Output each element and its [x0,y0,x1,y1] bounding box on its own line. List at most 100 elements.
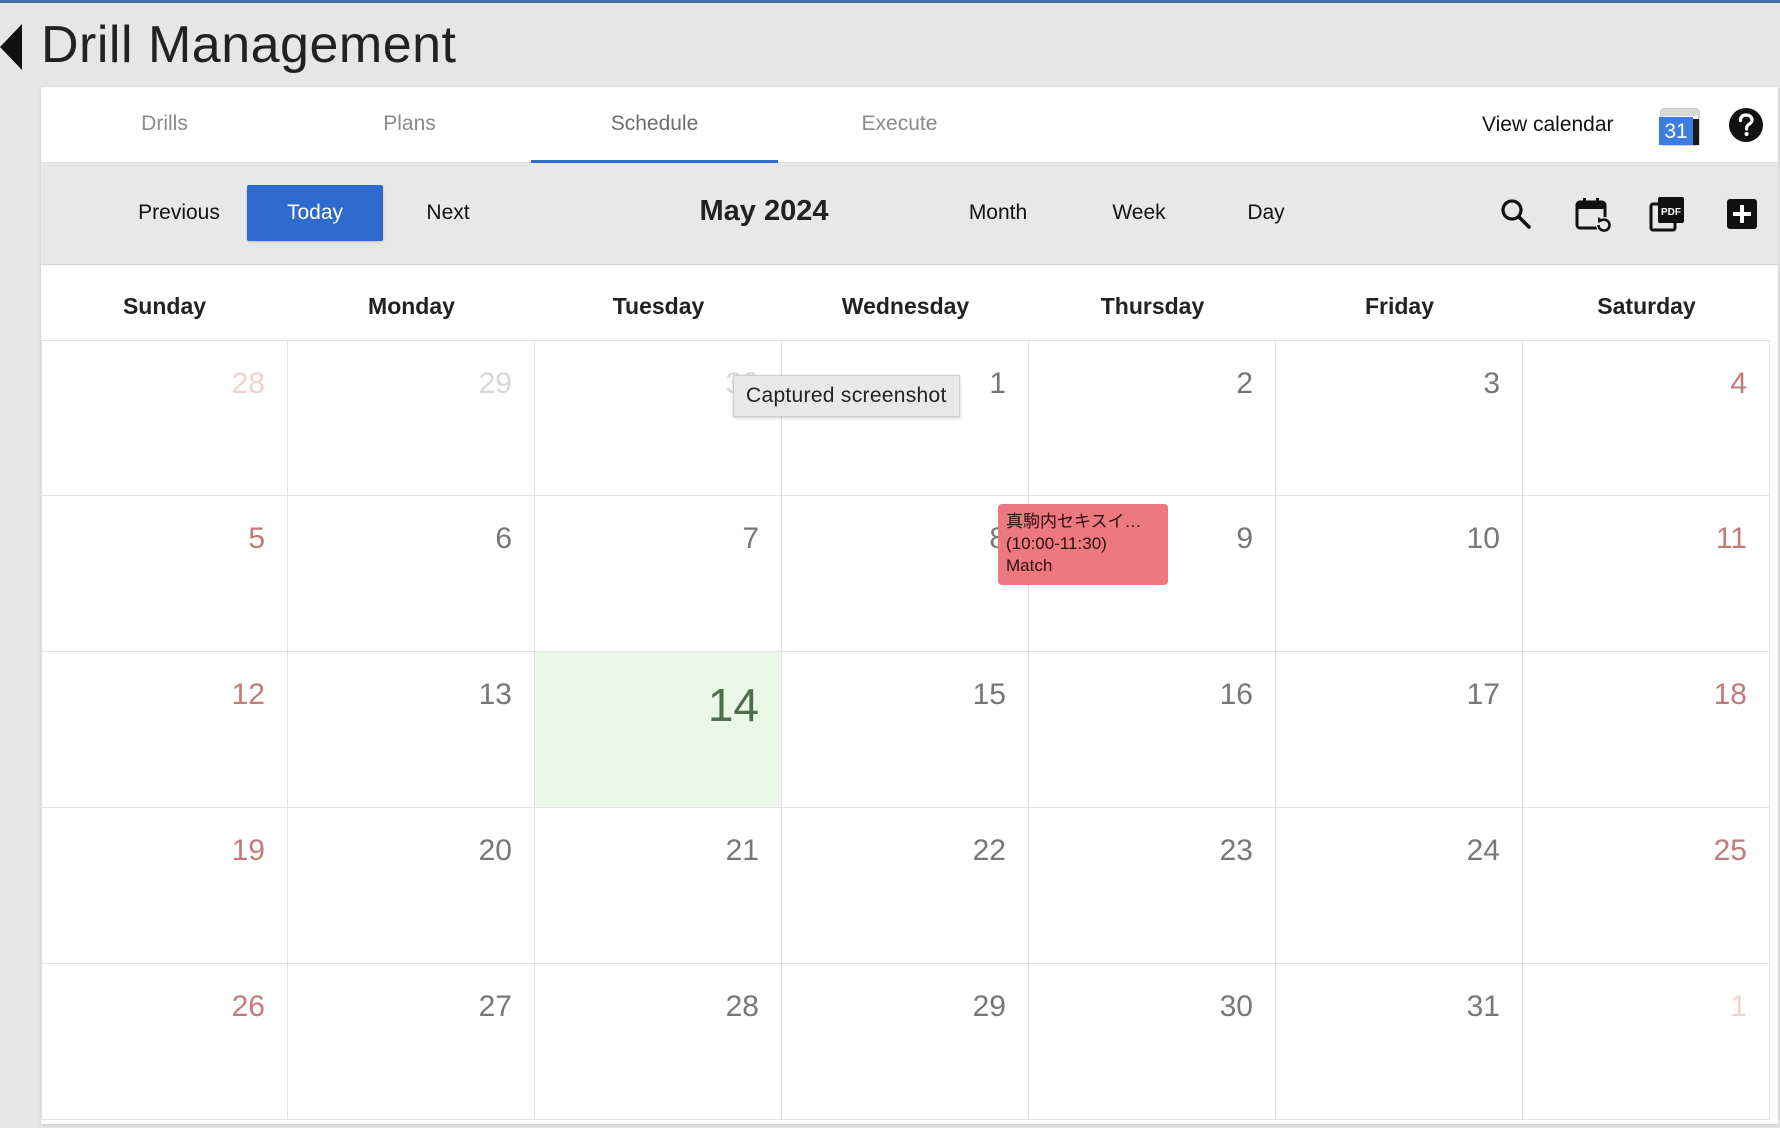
view-month-button[interactable]: Month [953,185,1043,241]
day-cell[interactable]: 14 [535,652,782,808]
day-number: 9 [1236,522,1253,555]
add-icon[interactable] [1724,196,1760,232]
day-number: 29 [972,990,1006,1023]
day-cell[interactable]: 18 [1523,652,1770,808]
day-cell[interactable]: 8 [782,496,1029,652]
month-grid: 2829301234567891011121314151617181920212… [41,340,1778,1122]
day-cell[interactable]: 12 [41,652,288,808]
day-number: 14 [707,679,759,731]
day-cell[interactable]: 31 [1276,964,1523,1120]
day-number: 4 [1730,367,1747,400]
today-button[interactable]: Today [247,185,383,241]
event-title: 真駒内セキスイ… [1006,512,1142,531]
window-top-border [0,0,1780,3]
tab-bar: Drills Plans Schedule Execute View calen… [41,87,1778,163]
day-number: 2 [1236,367,1253,400]
tab-drills[interactable]: Drills [41,87,288,162]
day-cell[interactable]: 30 [1029,964,1276,1120]
day-cell[interactable]: 6 [288,496,535,652]
previous-button[interactable]: Previous [119,185,239,241]
calendar-toolbar: Previous Today Next May 2024 Month Week … [41,163,1778,265]
view-day-button[interactable]: Day [1236,185,1296,241]
day-cell[interactable]: 27 [288,964,535,1120]
tab-schedule[interactable]: Schedule [531,87,778,163]
weekday-sunday: Sunday [122,293,207,319]
day-cell[interactable]: 29 [288,340,535,496]
day-number: 28 [231,367,265,400]
day-number: 30 [1219,990,1253,1023]
day-number: 17 [1466,678,1500,711]
day-number: 21 [725,834,759,867]
tab-plans[interactable]: Plans [286,87,533,162]
weekday-saturday: Saturday [1597,293,1696,319]
day-cell[interactable]: 22 [782,808,1029,964]
day-cell[interactable]: 1 [1523,964,1770,1120]
day-cell[interactable]: 11 [1523,496,1770,652]
day-cell[interactable]: 20 [288,808,535,964]
day-cell[interactable]: 21 [535,808,782,964]
event-type: Match [1006,556,1053,575]
day-number: 5 [248,522,265,555]
day-number: 7 [742,522,759,555]
tooltip: Captured screenshot [733,375,960,417]
google-calendar-icon[interactable]: 31 [1657,105,1703,149]
day-cell[interactable]: 13 [288,652,535,808]
day-cell[interactable]: 16 [1029,652,1276,808]
day-number: 10 [1466,522,1500,555]
day-cell[interactable]: 19 [41,808,288,964]
pdf-icon[interactable]: PDF [1649,196,1685,232]
weekday-monday: Monday [368,293,455,319]
day-number: 29 [478,367,512,400]
day-number: 22 [972,834,1006,867]
app-title: Drill Management [41,16,457,74]
day-number: 6 [495,522,512,555]
search-icon[interactable] [1498,196,1534,232]
weekday-thursday: Thursday [1100,293,1205,319]
day-cell[interactable]: 7 [535,496,782,652]
day-cell[interactable]: 30 [535,340,782,496]
day-cell[interactable]: 4 [1523,340,1770,496]
month-title: May 2024 [699,195,829,227]
day-cell[interactable]: 17 [1276,652,1523,808]
main-panel: Drills Plans Schedule Execute View calen… [41,87,1778,1124]
next-button[interactable]: Next [405,185,491,241]
day-number: 13 [478,678,512,711]
tab-execute[interactable]: Execute [776,87,1023,162]
weekday-wednesday: Wednesday [841,293,970,319]
back-arrow-icon [0,24,22,70]
day-number: 11 [1715,522,1747,555]
day-number: 15 [972,678,1006,711]
day-cell[interactable]: 10 [1276,496,1523,652]
day-cell[interactable]: 28 [41,340,288,496]
day-number: 19 [231,834,265,867]
day-number: 1 [1730,990,1747,1023]
help-icon[interactable] [1728,107,1764,143]
day-cell[interactable]: 24 [1276,808,1523,964]
day-cell[interactable]: 15 [782,652,1029,808]
svg-text:PDF: PDF [1661,207,1681,218]
day-number: 28 [725,990,759,1023]
day-cell[interactable]: 25 [1523,808,1770,964]
view-calendar-link[interactable]: View calendar [1482,113,1614,137]
calendar-event[interactable]: 真駒内セキスイ… (10:00-11:30) Match [998,504,1168,585]
day-number: 18 [1713,678,1747,711]
day-number: 3 [1483,367,1500,400]
back-button[interactable] [0,22,24,72]
day-number: 12 [231,678,265,711]
day-number: 16 [1219,678,1253,711]
day-cell[interactable]: 28 [535,964,782,1120]
view-week-button[interactable]: Week [1099,185,1179,241]
day-number: 25 [1713,834,1747,867]
calendar-refresh-icon[interactable] [1574,196,1614,233]
day-number: 23 [1219,834,1253,867]
day-cell[interactable]: 3 [1276,340,1523,496]
day-number: 31 [1466,990,1500,1023]
day-cell[interactable]: 1 [782,340,1029,496]
day-cell[interactable]: 29 [782,964,1029,1120]
day-cell[interactable]: 5 [41,496,288,652]
day-number: 20 [478,834,512,867]
day-number: 1 [989,367,1006,400]
day-cell[interactable]: 26 [41,964,288,1120]
day-cell[interactable]: 23 [1029,808,1276,964]
day-cell[interactable]: 2 [1029,340,1276,496]
